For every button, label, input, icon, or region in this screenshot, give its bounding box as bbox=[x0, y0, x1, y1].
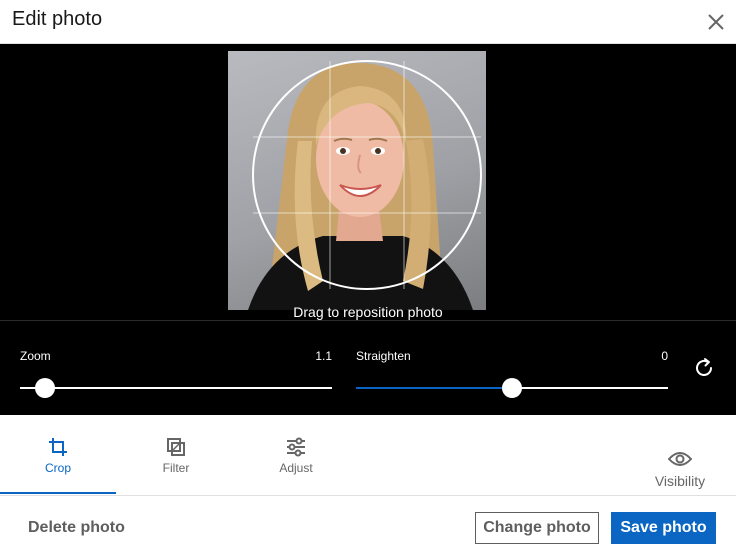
tab-adjust-label: Adjust bbox=[279, 461, 313, 475]
change-photo-button[interactable]: Change photo bbox=[475, 512, 599, 544]
tab-crop-label: Crop bbox=[44, 461, 71, 475]
photo-canvas[interactable] bbox=[228, 51, 486, 310]
tab-filter-label: Filter bbox=[162, 461, 190, 475]
modal-footer: Delete photo Change photo Save photo bbox=[0, 496, 736, 556]
edit-tabs: Crop Filter Adjust Visibility bbox=[0, 415, 736, 496]
portrait-photo bbox=[248, 60, 482, 310]
reset-rotation-button[interactable] bbox=[692, 356, 716, 380]
slider-controls: Zoom 1.1 Straighten 0 bbox=[0, 321, 736, 415]
straighten-label: Straighten bbox=[356, 349, 411, 363]
modal-title: Edit photo bbox=[12, 8, 103, 30]
crop-icon bbox=[49, 438, 67, 456]
zoom-track[interactable] bbox=[20, 387, 332, 389]
zoom-label: Zoom bbox=[20, 349, 51, 363]
save-photo-button[interactable]: Save photo bbox=[611, 512, 716, 544]
zoom-value: 1.1 bbox=[315, 349, 332, 363]
filter-icon bbox=[167, 438, 185, 456]
drag-hint: Drag to reposition photo bbox=[293, 304, 443, 320]
straighten-thumb[interactable] bbox=[502, 378, 522, 398]
straighten-track-fill bbox=[356, 387, 512, 389]
zoom-thumb[interactable] bbox=[34, 378, 55, 398]
active-tab-indicator bbox=[0, 492, 116, 494]
photo-editor: Drag to reposition photo bbox=[0, 44, 736, 321]
tab-crop[interactable]: Crop bbox=[0, 415, 116, 495]
visibility-label: Visibility bbox=[654, 473, 706, 489]
tab-adjust[interactable]: Adjust bbox=[238, 415, 354, 495]
eye-icon bbox=[668, 452, 692, 466]
tab-filter[interactable]: Filter bbox=[118, 415, 234, 495]
modal-header: Edit photo bbox=[0, 0, 736, 44]
rotate-reset-icon bbox=[696, 358, 712, 376]
adjust-sliders-icon bbox=[287, 437, 305, 457]
visibility-button[interactable]: Visibility bbox=[640, 415, 720, 495]
close-icon bbox=[708, 14, 724, 30]
delete-photo-button[interactable]: Delete photo bbox=[16, 512, 137, 544]
close-button[interactable] bbox=[700, 6, 732, 38]
straighten-value: 0 bbox=[661, 349, 668, 363]
